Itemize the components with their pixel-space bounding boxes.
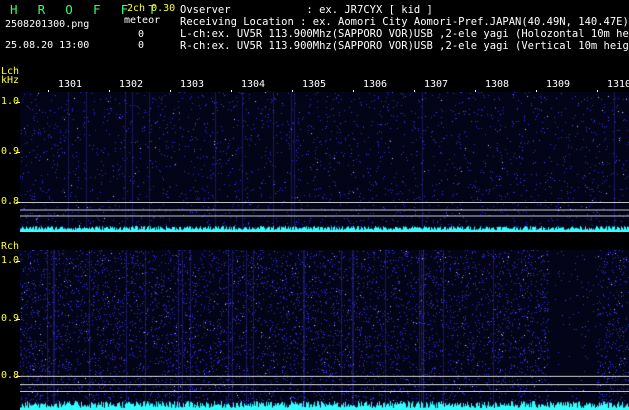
lch-spectrogram: [20, 92, 629, 232]
frequency-tick-mark: [16, 152, 20, 153]
meteor-label: meteor: [124, 15, 161, 26]
frequency-tick-mark: [16, 318, 20, 320]
rch-spectrogram: [20, 250, 629, 410]
time-tick-label: 1304: [241, 79, 266, 90]
frequency-tick-mark: [16, 375, 20, 377]
mode-label: 2ch 0.30: [127, 3, 176, 14]
time-tick-label: 1305: [302, 79, 327, 90]
meteor-count-rch: 0: [138, 40, 145, 51]
meteor-count-lch: 0: [138, 29, 145, 40]
lch-unit-label: kHz: [1, 75, 20, 86]
time-tick-label: 1308: [485, 79, 510, 90]
time-tick-label: 1306: [363, 79, 388, 90]
timestamp: 25.08.20 13:00: [5, 40, 90, 51]
frequency-tick-mark: [16, 261, 20, 263]
hroft-window: H R O F F T 2ch 0.30 2508201300.png mete…: [0, 0, 629, 410]
location-line: Receiving Location : ex. Aomori City Aom…: [180, 16, 629, 28]
time-tick-label: 1310: [607, 79, 629, 90]
time-tick-label: 1303: [180, 79, 205, 90]
frequency-tick-mark: [16, 102, 20, 103]
lch-line: L-ch:ex. UV5R 113.900Mhz(SAPPORO VOR)USB…: [180, 28, 629, 40]
file-name: 2508201300.png: [5, 19, 90, 30]
time-tick-label: 1301: [58, 79, 83, 90]
time-tick-label: 1307: [424, 79, 449, 90]
frequency-tick-mark: [16, 202, 20, 203]
time-tick-label: 1302: [119, 79, 144, 90]
observer-line: Ovserver : ex. JR7CYX [ kid ]: [180, 4, 433, 16]
rch-axis-label: Rch: [1, 241, 20, 252]
time-tick-label: 1309: [546, 79, 571, 90]
rch-line: R-ch:ex. UV5R 113.900Mhz(SAPPORO VOR)USB…: [180, 40, 629, 52]
